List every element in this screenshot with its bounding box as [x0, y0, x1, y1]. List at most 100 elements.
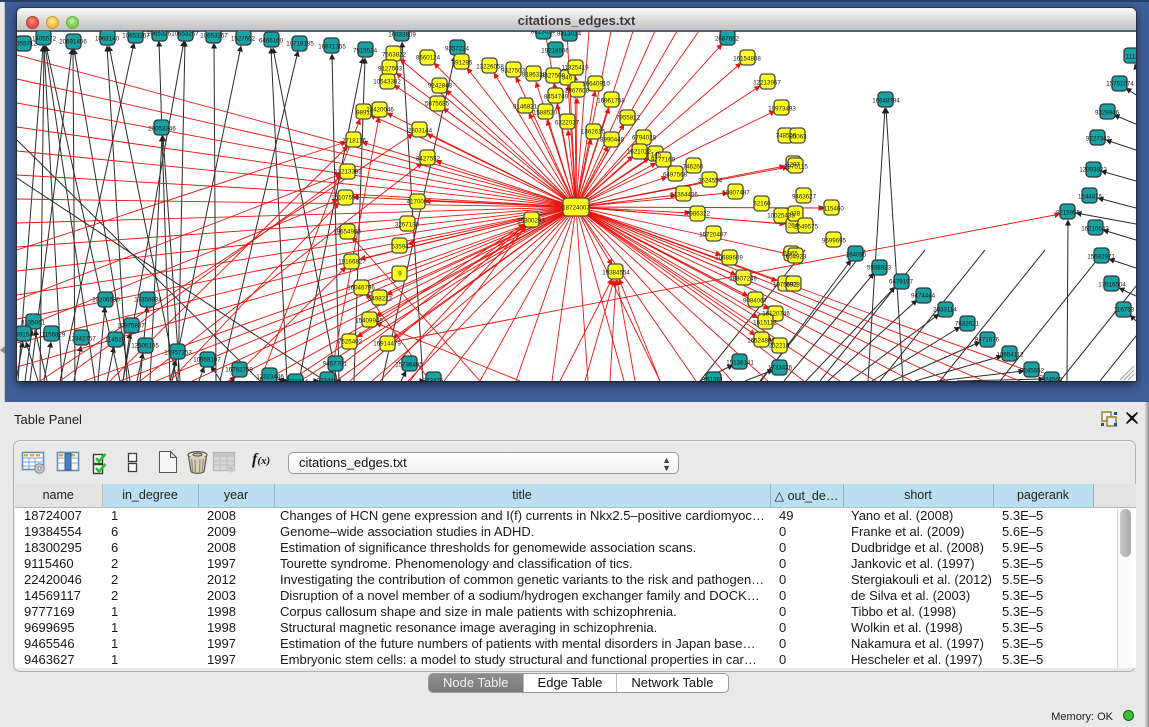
svg-text:1112: 1112 — [1126, 54, 1136, 61]
svg-text:6466160: 6466160 — [259, 38, 284, 45]
svg-text:7986322: 7986322 — [686, 211, 711, 218]
svg-text:1405572: 1405572 — [32, 36, 57, 43]
svg-text:10543382: 10543382 — [373, 79, 401, 86]
svg-text:7955812: 7955812 — [616, 115, 641, 122]
svg-text:6322037: 6322037 — [555, 120, 580, 127]
svg-text:12505135: 12505135 — [131, 343, 159, 350]
svg-text:2933114: 2933114 — [933, 307, 957, 314]
svg-text:17016504: 17016504 — [1098, 282, 1126, 289]
svg-text:1232344: 1232344 — [284, 379, 309, 382]
svg-text:39154: 39154 — [17, 332, 33, 339]
svg-text:16648784: 16648784 — [872, 98, 900, 105]
svg-text:1588520: 1588520 — [533, 110, 558, 117]
svg-text:8135061: 8135061 — [21, 320, 46, 327]
svg-text:15720407: 15720407 — [699, 232, 727, 239]
svg-text:20053346: 20053346 — [148, 126, 176, 133]
svg-text:23420046: 23420046 — [366, 107, 394, 114]
svg-text:8454749: 8454749 — [544, 94, 569, 101]
svg-text:2867608: 2867608 — [565, 88, 590, 95]
svg-text:151361: 151361 — [703, 377, 724, 382]
svg-text:1065326: 1065326 — [147, 31, 172, 38]
svg-text:62160: 62160 — [753, 201, 771, 208]
svg-text:8215955: 8215955 — [1056, 210, 1081, 217]
svg-text:10654112: 10654112 — [996, 352, 1024, 359]
svg-text:2975115: 2975115 — [784, 164, 808, 171]
svg-text:8471676: 8471676 — [975, 337, 1000, 344]
svg-text:9357224: 9357224 — [445, 46, 470, 53]
svg-text:2687682: 2687682 — [715, 36, 740, 43]
svg-text:10719185: 10719185 — [286, 41, 314, 48]
svg-text:9: 9 — [398, 271, 402, 278]
svg-text:6928: 6928 — [786, 282, 800, 289]
svg-text:18724007: 18724007 — [562, 205, 590, 212]
svg-text:19654983: 19654983 — [333, 229, 361, 236]
svg-text:21364436: 21364436 — [670, 192, 698, 199]
svg-text:16782759: 16782759 — [225, 367, 253, 374]
svg-text:15736485: 15736485 — [395, 362, 423, 369]
svg-text:20206536: 20206536 — [92, 297, 120, 304]
svg-text:10807487: 10807487 — [722, 190, 750, 197]
svg-text:546: 546 — [562, 75, 573, 82]
svg-text:16961758: 16961758 — [597, 98, 625, 105]
svg-text:6794028: 6794028 — [632, 135, 657, 142]
svg-text:3624554: 3624554 — [698, 178, 723, 185]
svg-text:9457791: 9457791 — [323, 361, 348, 368]
svg-text:8498222: 8498222 — [368, 296, 393, 303]
svg-text:10973493: 10973493 — [768, 106, 796, 113]
svg-text:15409948: 15409948 — [355, 318, 383, 325]
svg-text:9227342: 9227342 — [1086, 136, 1111, 143]
svg-text:6497568: 6497568 — [663, 172, 688, 179]
svg-text:12213363: 12213363 — [334, 169, 362, 176]
svg-text:2718176: 2718176 — [342, 138, 367, 145]
svg-text:10975887: 10975887 — [117, 323, 145, 330]
svg-text:891295: 891295 — [452, 60, 473, 67]
svg-text:9242848: 9242848 — [428, 83, 453, 90]
svg-text:12323446: 12323446 — [256, 374, 284, 381]
svg-text:9115460: 9115460 — [820, 206, 844, 213]
svg-text:12342757: 12342757 — [68, 336, 96, 343]
svg-text:10653267: 10653267 — [200, 33, 228, 40]
svg-text:5938923: 5938923 — [867, 265, 892, 272]
svg-text:16120746: 16120746 — [762, 311, 790, 318]
svg-text:8990448: 8990448 — [600, 137, 625, 144]
svg-text:7625402: 7625402 — [338, 339, 363, 346]
svg-text:746266: 746266 — [683, 164, 704, 171]
svg-text:1527602: 1527602 — [231, 36, 256, 43]
svg-text:16046796: 16046796 — [347, 285, 375, 292]
svg-text:15692971: 15692971 — [1087, 254, 1115, 261]
svg-text:2803144: 2803144 — [408, 128, 433, 135]
svg-text:252214: 252214 — [769, 343, 790, 350]
svg-text:53594: 53594 — [391, 244, 409, 251]
svg-text:9127503: 9127503 — [378, 66, 403, 73]
svg-text:9084067: 9084067 — [743, 298, 768, 305]
svg-text:8660124: 8660124 — [416, 55, 441, 62]
svg-text:417006: 417006 — [407, 199, 428, 206]
svg-text:16154808: 16154808 — [733, 56, 761, 63]
svg-text:17957253: 17957253 — [164, 350, 192, 357]
svg-text:10688609: 10688609 — [715, 255, 743, 262]
svg-text:15751074: 15751074 — [1106, 81, 1134, 88]
svg-text:20691406: 20691406 — [59, 39, 87, 46]
svg-text:8427552: 8427552 — [416, 156, 441, 163]
svg-text:438: 438 — [790, 211, 801, 218]
svg-text:19218506: 19218506 — [541, 48, 569, 55]
svg-text:1362615: 1362615 — [581, 129, 606, 136]
svg-text:923446: 923446 — [317, 378, 338, 382]
svg-text:12213967: 12213967 — [753, 80, 781, 87]
svg-text:19384554: 19384554 — [602, 270, 630, 277]
svg-text:6479197: 6479197 — [889, 279, 914, 286]
svg-text:11325419: 11325419 — [561, 65, 589, 72]
svg-text:18807249: 18807249 — [729, 276, 757, 283]
svg-text:16914479: 16914479 — [373, 341, 401, 348]
svg-text:12093822: 12093822 — [1079, 167, 1107, 174]
svg-text:9463627: 9463627 — [792, 194, 817, 201]
svg-text:8813014: 8813014 — [531, 31, 556, 36]
svg-text:9474444: 9474444 — [911, 293, 936, 300]
svg-text:1244415: 1244415 — [1078, 194, 1103, 201]
svg-text:9329946: 9329946 — [1095, 110, 1120, 117]
svg-text:17359934: 17359934 — [134, 297, 162, 304]
svg-text:8813014: 8813014 — [557, 31, 582, 38]
svg-text:654923: 654923 — [786, 254, 807, 261]
svg-text:15136141: 15136141 — [726, 360, 754, 367]
svg-text:1615112: 1615112 — [753, 320, 777, 327]
